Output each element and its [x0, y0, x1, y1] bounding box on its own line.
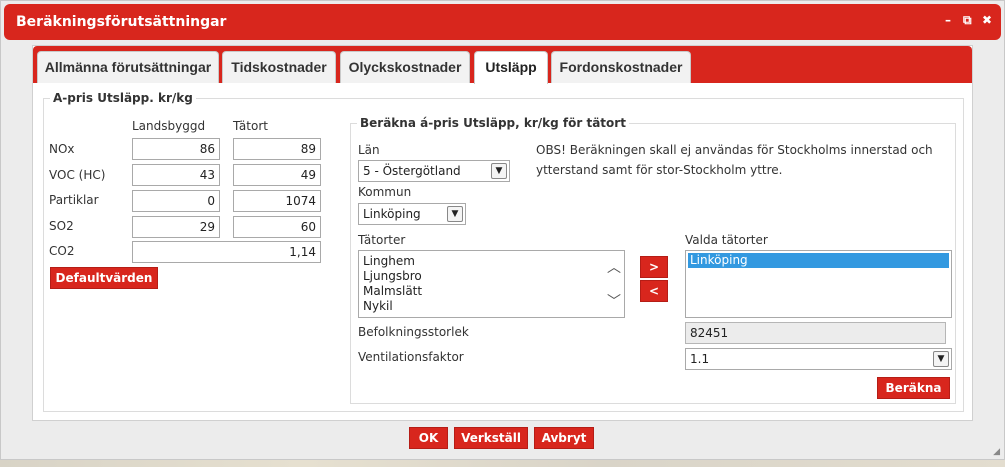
- remove-tatort-button[interactable]: <: [640, 280, 668, 302]
- valda-tatorter-listbox[interactable]: Linköping: [685, 250, 952, 318]
- tabs-panel: Allmänna förutsättningar Tidskostnader O…: [32, 45, 973, 421]
- tab-fordonskostnader[interactable]: Fordonskostnader: [551, 51, 691, 83]
- dialog-window: Beräkningsförutsättningar – ⧉ ✖ Allmänna…: [0, 0, 1005, 460]
- lan-select[interactable]: 5 - Östergötland ▼: [358, 160, 510, 182]
- chevron-up-icon[interactable]: ︿: [606, 257, 622, 277]
- lan-select-value: 5 - Östergötland: [363, 164, 461, 178]
- row-label-so2: SO2: [49, 219, 74, 233]
- title-bar[interactable]: Beräkningsförutsättningar – ⧉ ✖: [4, 4, 1001, 40]
- restore-icon[interactable]: ⧉: [963, 13, 972, 28]
- nox-landsbygd-input[interactable]: [132, 138, 220, 160]
- ventilation-label: Ventilationsfaktor: [358, 350, 464, 364]
- voc-tatort-input[interactable]: [233, 164, 321, 186]
- obs-note-line-1: OBS! Beräkningen skall ej användas för S…: [536, 143, 933, 157]
- col-header-landsbygd: Landsbyggd: [132, 119, 206, 133]
- window-title: Beräkningsförutsättningar: [16, 14, 227, 30]
- row-label-voc: VOC (HC): [49, 168, 106, 182]
- row-label-co2: CO2: [49, 244, 75, 258]
- valda-tatorter-label: Valda tätorter: [685, 233, 768, 247]
- listbox-scrollbar[interactable]: ︿ ﹀: [606, 257, 622, 311]
- tab-allmanna-forutsattningar[interactable]: Allmänna förutsättningar: [37, 51, 219, 83]
- list-item[interactable]: Linghem: [359, 254, 624, 269]
- partiklar-tatort-input[interactable]: [233, 190, 321, 212]
- partiklar-landsbygd-input[interactable]: [132, 190, 220, 212]
- berakna-button[interactable]: Beräkna: [877, 377, 950, 399]
- ok-button[interactable]: OK: [409, 427, 448, 449]
- chevron-down-icon[interactable]: ﹀: [606, 291, 622, 311]
- kommun-label: Kommun: [358, 185, 412, 199]
- list-item[interactable]: Nykil: [359, 299, 624, 314]
- apris-legend: A-pris Utsläpp. kr/kg: [53, 91, 193, 105]
- add-tatort-button[interactable]: >: [640, 256, 668, 278]
- chevron-down-icon: ▼: [447, 206, 463, 222]
- befolkning-label: Befolkningsstorlek: [358, 325, 469, 339]
- avbryt-button[interactable]: Avbryt: [534, 427, 594, 449]
- tab-utslapp[interactable]: Utsläpp: [474, 51, 548, 84]
- list-item-selected[interactable]: Linköping: [688, 253, 949, 268]
- tatorter-listbox[interactable]: Linghem Ljungsbro Malmslätt Nykil ︿ ﹀: [358, 250, 625, 318]
- obs-note-line-2: ytterstand samt för stor-Stockholm yttre…: [536, 163, 783, 177]
- col-header-tatort: Tätort: [233, 119, 268, 133]
- voc-landsbygd-input[interactable]: [132, 164, 220, 186]
- co2-input[interactable]: [132, 241, 321, 263]
- so2-tatort-input[interactable]: [233, 216, 321, 238]
- chevron-down-icon: ▼: [491, 163, 507, 179]
- defaultvarden-button[interactable]: Defaultvärden: [50, 267, 158, 289]
- so2-landsbygd-input[interactable]: [132, 216, 220, 238]
- close-icon[interactable]: ✖: [982, 13, 992, 27]
- tab-bar: Allmänna förutsättningar Tidskostnader O…: [33, 46, 972, 84]
- ventilation-select-value: 1.1: [690, 352, 710, 366]
- lan-label: Län: [358, 143, 380, 157]
- nox-tatort-input[interactable]: [233, 138, 321, 160]
- minimize-icon[interactable]: –: [945, 13, 951, 27]
- verkstall-button[interactable]: Verkställ: [454, 427, 528, 449]
- list-item[interactable]: Malmslätt: [359, 284, 624, 299]
- befolkning-field: 82451: [685, 322, 946, 344]
- kommun-select-value: Linköping: [363, 207, 421, 221]
- row-label-partiklar: Partiklar: [49, 193, 99, 207]
- row-label-nox: NOx: [49, 142, 75, 156]
- tab-tidskostnader[interactable]: Tidskostnader: [222, 51, 336, 83]
- kommun-select[interactable]: Linköping ▼: [358, 203, 466, 225]
- tab-olyckskostnader[interactable]: Olyckskostnader: [340, 51, 470, 83]
- background-map: [0, 459, 1005, 467]
- list-item[interactable]: Ljungsbro: [359, 269, 624, 284]
- berakna-legend: Beräkna á-pris Utsläpp, kr/kg för tätort: [360, 116, 626, 130]
- ventilation-select[interactable]: 1.1 ▼: [685, 348, 952, 370]
- resize-grip-icon[interactable]: ◢: [993, 447, 1000, 457]
- chevron-down-icon: ▼: [933, 351, 949, 367]
- tatorter-label: Tätorter: [358, 233, 406, 247]
